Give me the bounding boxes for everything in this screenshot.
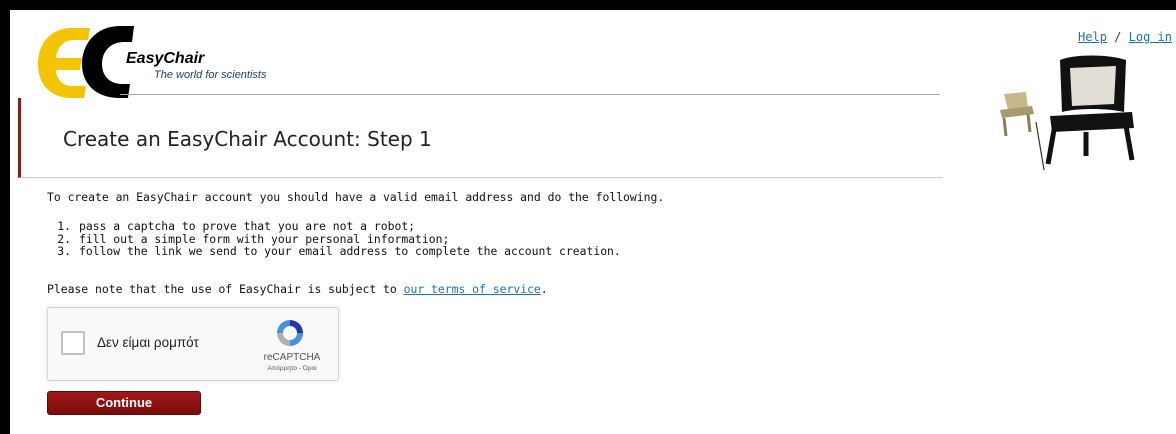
chairs-illustration-icon <box>1000 55 1135 171</box>
recaptcha-terms-link[interactable]: Απόρρητο - Όροι <box>250 365 334 372</box>
recaptcha-checkbox[interactable] <box>61 331 85 355</box>
intro-text: To create an EasyChair account you shoul… <box>47 190 665 204</box>
header-divider <box>120 94 940 95</box>
steps-list: 1. pass a captcha to prove that you are n… <box>47 220 621 258</box>
page: EasyChair The world for scientists Help … <box>10 10 1176 434</box>
recaptcha-widget: Δεν είμαι ρομπότ reCAPTCHA Απόρρητο - Όρ… <box>47 307 339 381</box>
help-link[interactable]: Help <box>1078 30 1107 44</box>
recaptcha-logo-icon <box>277 320 303 346</box>
logo-tagline: The world for scientists <box>154 69 267 81</box>
easychair-logo[interactable]: EasyChair The world for scientists <box>36 24 356 100</box>
terms-note: Please note that the use of EasyChair is… <box>47 282 548 296</box>
logo-name: EasyChair <box>126 50 205 67</box>
page-title: Create an EasyChair Account: Step 1 <box>63 127 432 151</box>
title-band: Create an EasyChair Account: Step 1 <box>18 98 943 178</box>
easychair-logo-icon <box>38 26 134 98</box>
terms-of-service-link[interactable]: our terms of service <box>404 282 541 296</box>
login-link[interactable]: Log in <box>1129 30 1172 44</box>
link-separator: / <box>1114 30 1122 44</box>
continue-button[interactable]: Continue <box>47 391 201 415</box>
recaptcha-label: Δεν είμαι ρομπότ <box>97 335 199 350</box>
recaptcha-brand: reCAPTCHA <box>263 352 321 363</box>
top-links: Help / Log in <box>1078 30 1172 44</box>
list-item: 3. follow the link we send to your email … <box>57 244 621 258</box>
